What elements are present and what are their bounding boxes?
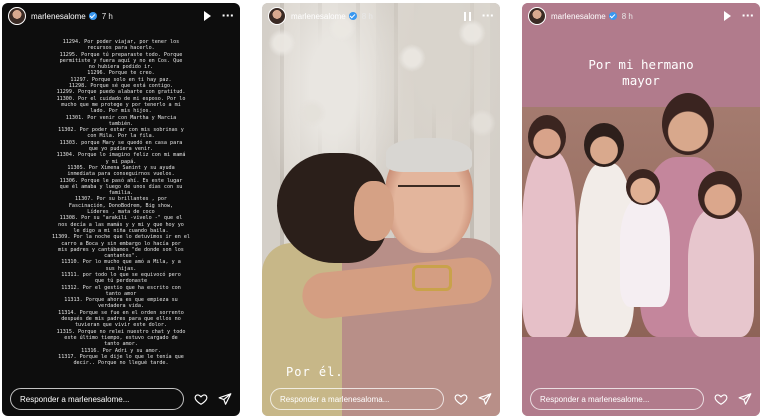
verified-badge-icon — [88, 12, 97, 20]
story-caption: Por él. — [286, 365, 344, 379]
verified-badge-icon — [608, 12, 617, 20]
pause-icon[interactable] — [464, 11, 472, 21]
girl-right-head — [698, 171, 742, 219]
username[interactable]: marlenesalome — [291, 12, 346, 21]
story-footer: Responder a marlenesalome... — [2, 382, 240, 416]
girl-left-dress — [522, 151, 576, 337]
timestamp: 8 h — [621, 11, 633, 21]
heart-icon[interactable] — [454, 392, 468, 406]
story-panel-3[interactable]: Por mi hermano mayor marlenesalome 8 h ·… — [522, 3, 760, 416]
more-options-icon[interactable]: ··· — [481, 10, 494, 21]
baby-outfit — [620, 197, 670, 307]
story-text: 11294. Por poder viajar, por tener los r… — [51, 39, 190, 367]
story-header: marlenesalome 7 h ··· — [2, 3, 240, 29]
story-panel-2[interactable]: marlenesalome 8 h ··· Por él. Responder … — [262, 3, 500, 416]
story-header: marlenesalome 8 h ··· — [262, 3, 500, 29]
more-options-icon[interactable]: ··· — [221, 10, 234, 21]
bracelets — [412, 265, 452, 291]
heart-icon[interactable] — [714, 392, 728, 406]
heart-icon[interactable] — [194, 392, 208, 406]
story-caption: Por mi hermano mayor — [588, 57, 694, 88]
avatar[interactable] — [8, 7, 26, 25]
verified-badge-icon — [348, 12, 357, 20]
girl-left-head — [528, 115, 566, 159]
reply-input[interactable]: Responder a marlenesaloma... — [270, 388, 444, 410]
story-footer: Responder a marlenesaloma... — [262, 382, 500, 416]
man-hair — [386, 138, 472, 172]
send-icon[interactable] — [218, 392, 232, 406]
family-photo — [522, 93, 760, 337]
story-header: marlenesalome 8 h ··· — [522, 3, 760, 29]
play-icon[interactable] — [724, 11, 732, 21]
baby-head — [626, 169, 660, 205]
girl-right-dress — [688, 207, 754, 337]
timestamp: 7 h — [101, 11, 113, 21]
avatar[interactable] — [268, 7, 286, 25]
boy-head — [584, 123, 624, 167]
woman-face — [354, 181, 394, 241]
more-options-icon[interactable]: ··· — [741, 10, 754, 21]
send-icon[interactable] — [738, 392, 752, 406]
timestamp: 8 h — [361, 11, 373, 21]
glasses — [398, 185, 460, 199]
reply-input[interactable]: Responder a marlenesalome... — [10, 388, 184, 410]
username[interactable]: marlenesalome — [31, 12, 86, 21]
username[interactable]: marlenesalome — [551, 12, 606, 21]
mother-head — [662, 93, 714, 155]
story-footer: Responder a marlenesalome... — [522, 382, 760, 416]
story-panel-1[interactable]: marlenesalome 7 h ··· 11294. Por poder v… — [2, 3, 240, 416]
avatar[interactable] — [528, 7, 546, 25]
send-icon[interactable] — [478, 392, 492, 406]
play-icon[interactable] — [204, 11, 212, 21]
reply-input[interactable]: Responder a marlenesalome... — [530, 388, 704, 410]
